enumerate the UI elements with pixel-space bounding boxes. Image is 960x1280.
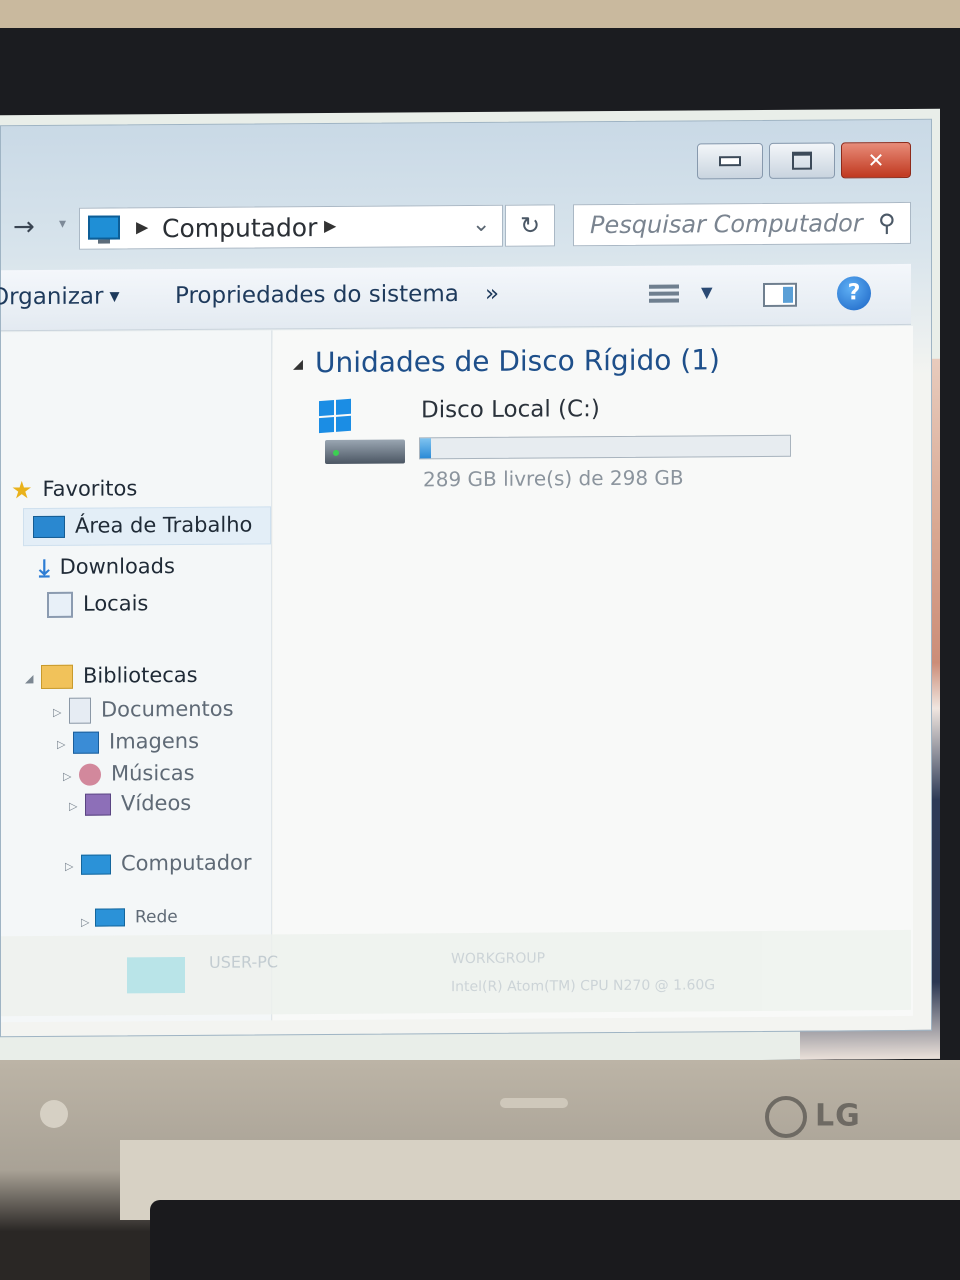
maximize-button[interactable] [769, 142, 835, 179]
workgroup: WORKGROUP [451, 950, 546, 968]
nav-places-label: Locais [83, 591, 149, 616]
nav-downloads-label: Downloads [59, 554, 175, 579]
computer-name: USER-PC [209, 952, 279, 972]
nav-music[interactable]: Músicas [79, 761, 195, 786]
search-input[interactable]: Pesquisar Computador [590, 209, 863, 239]
hinge-slot [500, 1098, 568, 1108]
nav-videos[interactable]: Vídeos [85, 791, 191, 816]
recent-pages-dropdown-icon[interactable]: ▾ [59, 216, 66, 232]
expand-triangle-icon[interactable]: ▷ [81, 916, 89, 929]
search-box[interactable]: Pesquisar Computador ⚲ [573, 201, 911, 247]
computer-icon [88, 215, 120, 240]
content-pane: ◢ Unidades de Disco Rígido (1) Disco Loca… [273, 325, 913, 1021]
capacity-fill [420, 438, 432, 459]
videos-icon [85, 793, 111, 816]
windows-logo-icon [319, 398, 351, 434]
screen: ✕ → ▾ ▶ Computador ▶ ⌄ ↻ Pesquisar Compu… [0, 108, 940, 1066]
close-icon: ✕ [867, 148, 885, 173]
group-header-label: Unidades de Disco Rígido (1) [315, 343, 720, 380]
refresh-icon: ↻ [519, 211, 541, 240]
caption-buttons: ✕ [697, 141, 911, 180]
music-icon [79, 763, 101, 786]
nav-videos-label: Vídeos [121, 790, 192, 816]
star-icon: ★ [11, 476, 33, 505]
free-space-text: 289 GB livre(s) de 298 GB [423, 465, 684, 492]
minimize-icon [719, 156, 741, 167]
expand-triangle-icon[interactable]: ▷ [65, 860, 73, 873]
view-options-dropdown-icon[interactable]: ▼ [701, 283, 713, 301]
navigation-pane: ★ Favoritos Área de Trabalho ⤓ Downloads L… [1, 330, 272, 1023]
nav-computer[interactable]: Computador [81, 851, 252, 876]
organize-button[interactable]: Organizar ▼ [0, 283, 120, 311]
computer-icon [127, 956, 185, 994]
maximize-icon [792, 151, 812, 170]
command-bar: Organizar ▼ Propriedades do sistema » ▼ ? [0, 263, 911, 332]
nav-documents[interactable]: Documentos [69, 697, 234, 724]
breadcrumb-separator-icon[interactable]: ▶ [324, 216, 336, 235]
address-dropdown-icon[interactable]: ⌄ [472, 212, 490, 237]
keyboard [150, 1200, 960, 1280]
nav-downloads[interactable]: ⤓ Downloads [39, 553, 175, 582]
nav-desktop-label: Área de Trabalho [75, 512, 253, 538]
explorer-window: ✕ → ▾ ▶ Computador ▶ ⌄ ↻ Pesquisar Compu… [0, 118, 932, 1038]
nav-pictures-label: Imagens [109, 728, 200, 754]
drive-led-icon [333, 449, 339, 456]
nav-places[interactable]: Locais [47, 591, 148, 618]
nav-favorites-label: Favoritos [42, 476, 138, 501]
close-button[interactable]: ✕ [841, 141, 911, 179]
group-header[interactable]: ◢ Unidades de Disco Rígido (1) [293, 343, 720, 379]
refresh-button[interactable]: ↻ [505, 204, 555, 247]
nav-libraries-label: Bibliotecas [83, 662, 198, 688]
more-commands-button[interactable]: » [485, 281, 499, 307]
nav-documents-label: Documentos [101, 696, 234, 722]
navigation-row: → ▾ ▶ Computador ▶ ⌄ ↻ Pesquisar Computa… [1, 198, 931, 256]
address-bar[interactable]: ▶ Computador ▶ ⌄ [79, 204, 503, 250]
collapse-triangle-icon: ◢ [293, 356, 303, 372]
chevron-down-icon: ▼ [109, 289, 120, 305]
desktop-icon [33, 515, 65, 539]
drive-name[interactable]: Disco Local (C:) [421, 396, 600, 423]
brand-text: LG [815, 1098, 861, 1134]
breadcrumb-separator-icon[interactable]: ▶ [136, 217, 148, 236]
library-folder-icon [41, 664, 73, 689]
preview-pane-icon[interactable] [763, 282, 797, 307]
expand-triangle-icon[interactable]: ▷ [69, 800, 77, 813]
computer-stand-icon [98, 239, 110, 244]
pictures-icon [73, 731, 99, 754]
download-icon: ⤓ [39, 553, 50, 583]
network-icon [95, 908, 125, 927]
documents-icon [69, 697, 91, 724]
nav-computer-label: Computador [121, 850, 252, 876]
system-properties-button[interactable]: Propriedades do sistema [175, 281, 459, 309]
brand-logo: LG [765, 1096, 861, 1138]
forward-arrow-icon[interactable]: → [13, 212, 35, 242]
minimize-button[interactable] [697, 142, 763, 180]
expand-triangle-icon[interactable]: ▷ [63, 770, 71, 783]
computer-icon [81, 854, 111, 875]
change-view-icon[interactable] [649, 282, 679, 310]
nav-pictures[interactable]: Imagens [73, 729, 199, 754]
help-icon[interactable]: ? [837, 276, 871, 311]
nav-network-label: Rede [135, 907, 178, 928]
organize-label: Organizar [0, 283, 104, 311]
expand-triangle-icon[interactable]: ◢ [25, 672, 33, 685]
lg-logo-icon [765, 1096, 807, 1138]
expand-triangle-icon[interactable]: ▷ [57, 738, 65, 751]
recent-places-icon [47, 591, 73, 618]
nav-desktop[interactable]: Área de Trabalho [33, 513, 252, 539]
breadcrumb-computer[interactable]: Computador [162, 213, 317, 243]
nav-network[interactable]: Rede [95, 907, 178, 928]
power-led [40, 1100, 68, 1128]
processor-info: Intel(R) Atom(TM) CPU N270 @ 1.60G [451, 977, 716, 996]
details-pane: USER-PC WORKGROUP Intel(R) Atom(TM) CPU … [1, 929, 911, 1017]
nav-music-label: Músicas [111, 760, 195, 786]
local-disk-icon[interactable] [317, 391, 407, 482]
expand-triangle-icon[interactable]: ▷ [53, 706, 61, 719]
nav-favorites[interactable]: ★ Favoritos [11, 475, 137, 504]
capacity-bar [419, 434, 791, 460]
search-icon: ⚲ [878, 209, 896, 238]
nav-libraries[interactable]: Bibliotecas [41, 663, 198, 689]
